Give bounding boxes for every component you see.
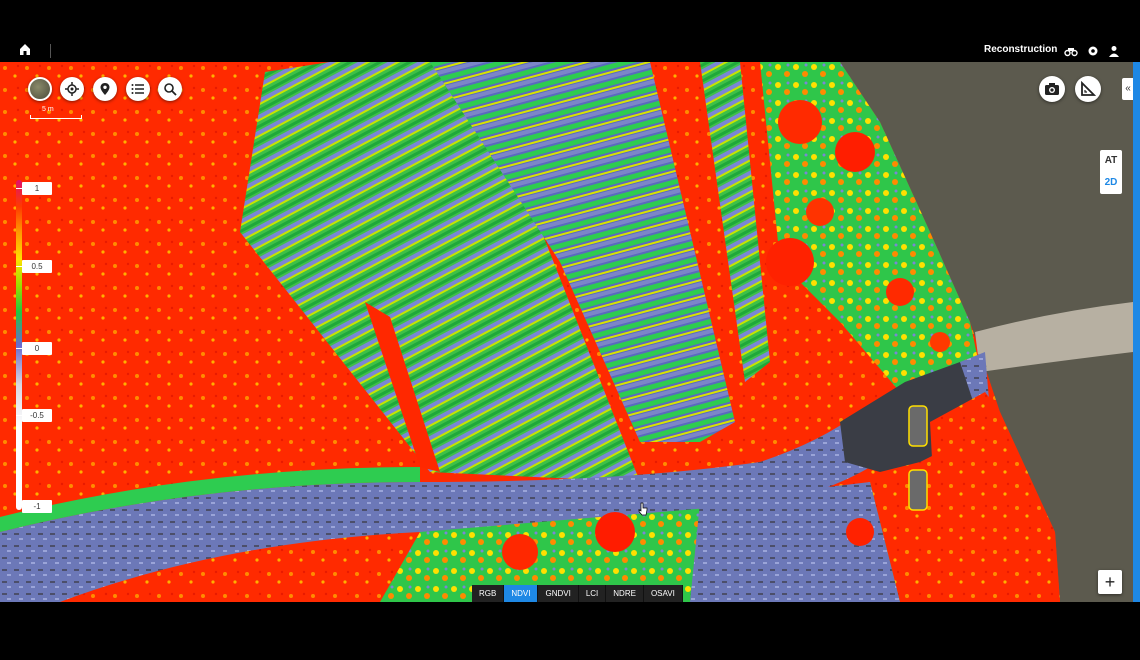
settings-gear-icon[interactable]	[1086, 44, 1100, 58]
user-icon[interactable]	[1107, 44, 1121, 58]
measure-button[interactable]	[1075, 76, 1101, 102]
screenshot-button[interactable]	[1039, 76, 1065, 102]
tab-gndvi[interactable]: GNDVI	[538, 585, 579, 603]
tab-ndre[interactable]: NDRE	[606, 585, 644, 603]
camera-icon	[1045, 83, 1059, 95]
map-view[interactable]: 5 m 1 0.5 0 -0.5 -1 « AT 2D +	[0, 62, 1140, 602]
map-pin-icon	[100, 83, 110, 95]
locate-button[interactable]	[60, 77, 84, 101]
list-icon	[131, 84, 144, 94]
ruler-triangle-icon	[1081, 81, 1096, 96]
drone-icon[interactable]	[1064, 44, 1078, 58]
tab-ndvi[interactable]: NDVI	[504, 585, 539, 603]
view-at-button[interactable]: AT	[1100, 150, 1122, 172]
zoom-in-button[interactable]: +	[1098, 570, 1122, 594]
side-panel-edge	[1133, 62, 1140, 602]
legend-tick-half: 0.5	[16, 260, 52, 273]
search-button[interactable]	[158, 77, 182, 101]
view-mode-toggle: AT 2D	[1100, 150, 1122, 194]
legend-tick-zero: 0	[16, 342, 52, 355]
ndvi-map-image	[0, 62, 1140, 602]
view-2d-button[interactable]: 2D	[1100, 172, 1122, 194]
search-icon	[164, 83, 177, 96]
vegetation-index-tabs: RGB NDVI GNDVI LCI NDRE OSAVI	[472, 585, 683, 603]
tab-rgb[interactable]: RGB	[472, 585, 505, 603]
scale-label: 5 m	[42, 106, 54, 113]
layer-thumbnail-button[interactable]	[28, 77, 52, 101]
marker-button[interactable]	[93, 77, 117, 101]
divider	[50, 44, 51, 58]
home-icon[interactable]	[18, 42, 32, 56]
crosshair-icon	[65, 82, 79, 96]
app-title: Reconstruction	[984, 44, 1058, 55]
scale-bar	[30, 115, 82, 119]
tab-osavi[interactable]: OSAVI	[644, 585, 683, 603]
layers-list-button[interactable]	[126, 77, 150, 101]
mouse-cursor-icon	[638, 502, 648, 516]
legend-tick-max: 1	[16, 182, 52, 195]
tab-lci[interactable]: LCI	[579, 585, 607, 603]
top-bar: Reconstruction	[0, 0, 1140, 62]
legend-tick-neg-half: -0.5	[16, 409, 52, 422]
legend-tick-min: -1	[16, 500, 52, 513]
bottom-bar	[0, 602, 1140, 660]
